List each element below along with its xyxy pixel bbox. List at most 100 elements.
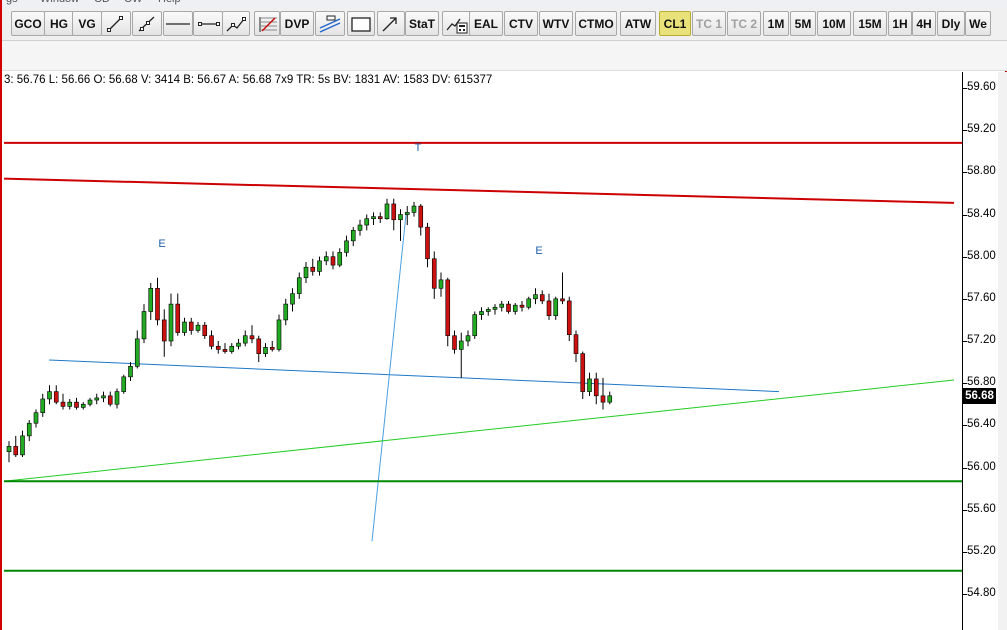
candle-body [587,378,592,392]
button-vg[interactable]: VG [72,11,102,36]
line-tool-icon [107,15,123,32]
candle-body [256,338,262,354]
candle [317,256,322,276]
button-dvp[interactable]: DVP [280,11,314,36]
button-h4[interactable]: 4H [912,11,936,36]
candle-body [458,340,464,350]
price-tick-label: 59.60 [967,81,996,93]
candle-body [222,349,228,352]
parallel-lines-button[interactable] [315,11,345,36]
menu-item[interactable]: Help [158,0,181,5]
button-tc1[interactable]: TC 1 [692,11,726,36]
candle-body [141,311,147,340]
button-gco[interactable]: GCO [11,11,45,36]
candle [290,288,295,312]
candle [350,227,356,247]
candle-body [438,279,444,289]
button-hg[interactable]: HG [44,11,74,36]
button-wtv[interactable]: WTV [539,11,573,36]
candle-body [107,395,113,405]
trendline-descending-red [4,177,955,204]
button-m15[interactable]: 15M [853,11,887,36]
candle-body [168,303,174,342]
candle [101,391,106,403]
price-tick-label: 57.20 [967,334,996,346]
button-m10[interactable]: 10M [817,11,851,36]
candle [215,341,221,354]
price-axis-scroll[interactable] [998,72,1007,630]
candle-body [94,397,100,401]
horizontal-segment-button[interactable] [193,11,223,36]
button-dly[interactable]: Dly [937,11,965,36]
candle [33,409,39,428]
price-tick-label: 55.60 [967,502,996,515]
candle [465,330,471,347]
button-m1[interactable]: 1M [763,11,789,36]
candle-body [209,335,214,347]
menu-item[interactable]: gs [6,0,18,5]
candle-body [411,205,417,213]
candle [155,277,160,326]
candle [445,277,451,347]
button-atw[interactable]: ATW [620,11,656,36]
candle [377,212,383,223]
menu-item[interactable]: Window [40,0,79,5]
candle [128,362,133,382]
candle [303,261,309,284]
candle-body [6,446,12,452]
button-stat[interactable]: StaT [405,11,439,36]
button-we[interactable]: We [965,11,991,36]
candle [526,296,532,310]
calculator-chart-button[interactable] [442,11,472,36]
fibonacci-button[interactable] [254,11,280,36]
button-cl1[interactable]: CL1 [659,11,691,36]
trading-window: gs Window CD CW Help GCOHGVG DVP StaT EALCTVWTV… [0,0,1007,630]
parallel-lines-icon [319,15,341,33]
button-m5[interactable]: 5M [790,11,816,36]
trendline-blue-neckline [48,359,780,393]
candle-body [263,347,268,354]
candle-body [47,391,52,400]
candle-body [391,203,397,221]
candle [391,198,397,231]
button-h1[interactable]: 1H [888,11,912,36]
candle [236,338,241,350]
candle-body [573,334,579,354]
candle [546,293,552,320]
menu-item[interactable]: CD [94,0,110,5]
candle [323,251,329,266]
annotation-label: E [535,245,542,257]
candle [242,330,248,347]
candle [587,372,592,396]
ray-tool-button[interactable] [132,11,162,36]
menu-item[interactable]: CW [124,0,142,5]
line-tool-button[interactable] [101,11,131,36]
rectangle-button[interactable] [347,11,375,36]
button-tc2[interactable]: TC 2 [727,11,761,36]
candle-body [485,309,491,312]
candle-body [202,324,208,337]
button-eal[interactable]: EAL [469,11,503,36]
last-price-marker: 56.68 [963,387,996,404]
trendline-green-rising [4,379,955,482]
button-ctmo[interactable]: CTMO [575,11,617,36]
arrow-tool-button[interactable] [377,11,405,36]
candle-body [121,376,127,392]
fibonacci-icon [259,16,277,32]
price-tick-label: 56.80 [967,376,996,389]
horizontal-line-button[interactable] [163,11,193,36]
candle-body [560,298,565,302]
candle-body [303,266,309,279]
candle [310,258,316,276]
candle [607,391,613,405]
candle [60,393,66,410]
candle [40,393,46,417]
candle [175,293,181,336]
trend-channel-button[interactable] [222,11,250,36]
candle [209,330,214,350]
candle [485,307,491,316]
candle-body [418,205,424,228]
candle [13,435,19,457]
price-chart[interactable]: E T E [4,72,962,630]
button-ctv[interactable]: CTV [504,11,538,36]
